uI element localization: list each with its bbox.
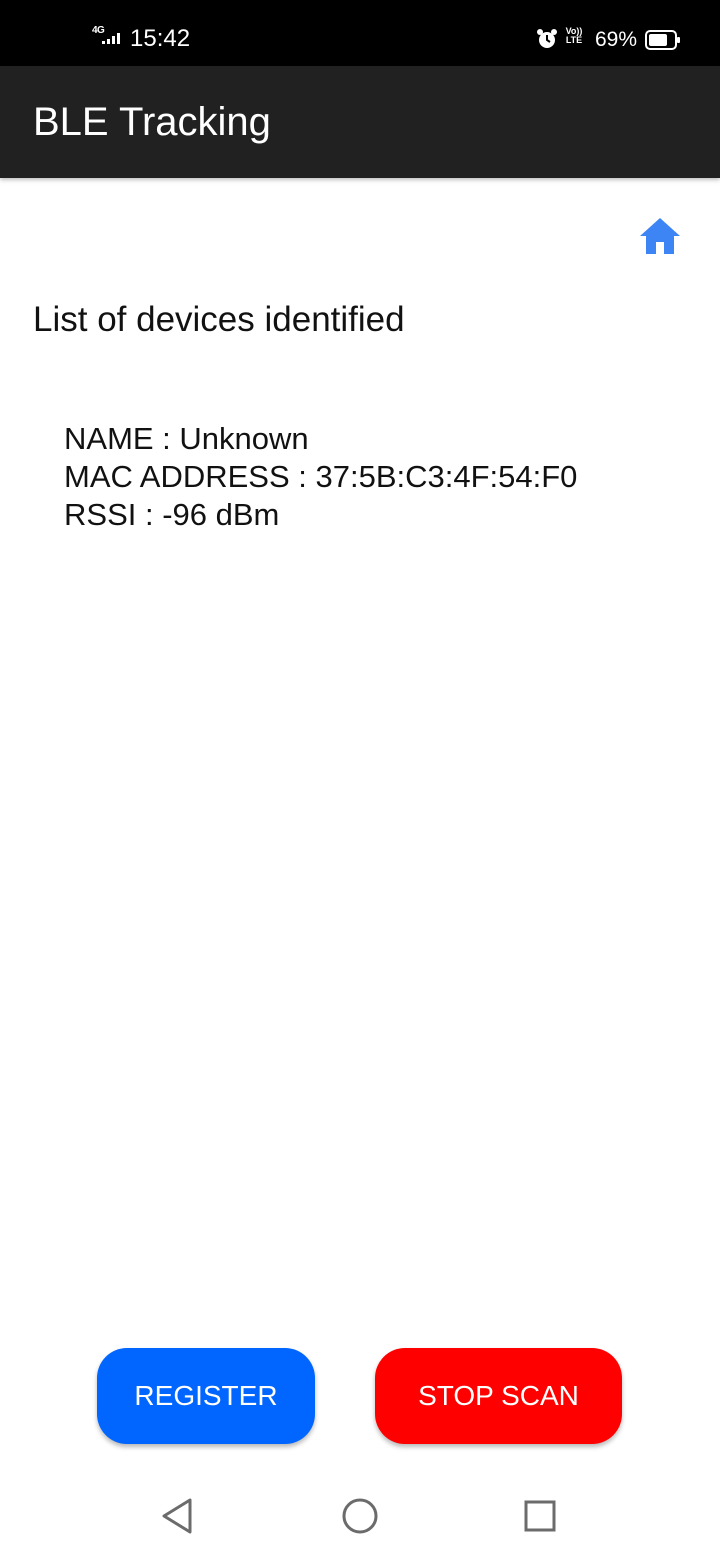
back-button[interactable] [158, 1496, 198, 1536]
back-icon [162, 1498, 192, 1534]
home-button[interactable] [638, 214, 682, 258]
device-mac-address: MAC ADDRESS : 37:5B:C3:4F:54:F0 [64, 459, 578, 494]
devices-section-title: List of devices identified [33, 300, 405, 339]
home-circle-icon [342, 1498, 378, 1534]
volte-icon: Vo)) LTE [563, 27, 585, 45]
signal-indicator: 4G [92, 25, 124, 48]
recents-button[interactable] [520, 1496, 560, 1536]
app-bar: BLE Tracking [0, 66, 720, 178]
alarm-icon [537, 29, 557, 48]
app-title: BLE Tracking [33, 100, 271, 144]
list-item[interactable]: NAME : Unknown MAC ADDRESS : 37:5B:C3:4F… [64, 420, 577, 534]
battery-percentage: 69% [595, 28, 638, 51]
home-icon [640, 218, 680, 254]
device-rssi: RSSI : -96 dBm [64, 497, 280, 532]
clock-time: 15:42 [130, 25, 191, 52]
stop-scan-button[interactable]: STOP SCAN [375, 1348, 622, 1444]
register-button[interactable]: REGISTER [97, 1348, 315, 1444]
device-name: NAME : Unknown [64, 421, 309, 456]
volte-bottom-label: LTE [565, 35, 583, 45]
system-nav-bar [0, 1466, 720, 1560]
status-bar: 4G 15:42 Vo)) LTE 69% [0, 0, 720, 66]
signal-icon [102, 33, 120, 44]
battery-icon [645, 30, 680, 50]
home-nav-button[interactable] [340, 1496, 380, 1536]
recents-icon [524, 1500, 556, 1532]
